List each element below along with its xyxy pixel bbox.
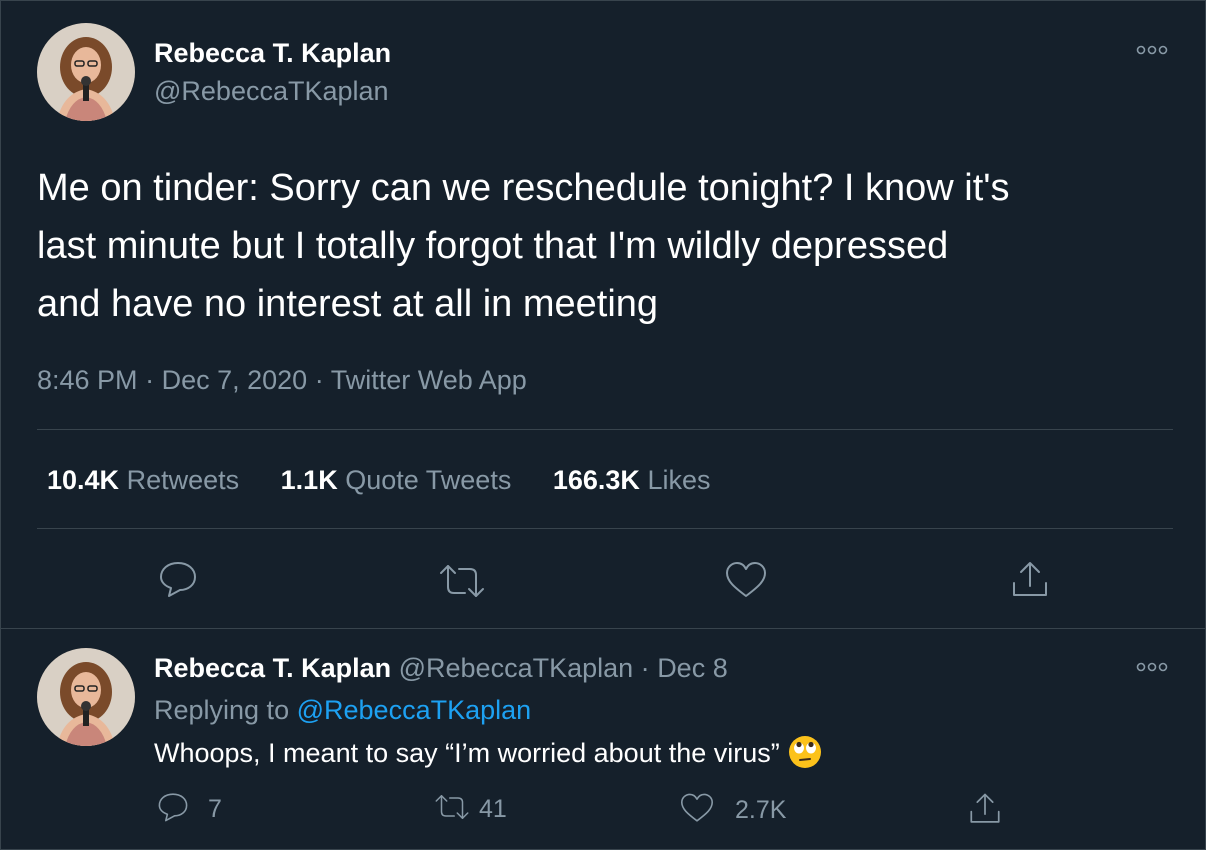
reply-more-options-button[interactable]	[1132, 657, 1172, 677]
likes-stat[interactable]: 166.3K Likes	[553, 465, 711, 495]
share-button[interactable]	[1009, 559, 1051, 606]
meta-separator: ·	[314, 365, 324, 395]
tweet-text-line: Me on tinder: Sorry can we reschedule to…	[37, 167, 1010, 209]
share-icon	[1013, 562, 1047, 596]
more-icon	[1136, 662, 1168, 672]
quotes-stat[interactable]: 1.1K Quote Tweets	[281, 465, 519, 495]
tweet-thread: Rebecca T. Kaplan @RebeccaTKaplan Me on …	[0, 0, 1206, 850]
reply-share-button[interactable]	[967, 791, 1003, 832]
retweet-icon	[435, 795, 469, 819]
heart-icon	[726, 562, 766, 597]
avatar-photo	[37, 648, 135, 746]
meta-separator: ·	[640, 653, 650, 683]
author-name[interactable]: Rebecca T. Kaplan	[154, 36, 391, 70]
author-handle[interactable]: @RebeccaTKaplan	[154, 74, 389, 108]
divider	[1, 628, 1205, 629]
retweet-count: 41	[479, 795, 507, 823]
likes-count: 166.3K	[552, 465, 640, 495]
reply-icon	[158, 793, 188, 822]
reply-reply-button[interactable]: 7	[156, 791, 222, 828]
retweets-count: 10.4K	[47, 465, 120, 495]
tweet-stats: 10.4K Retweets 1.1K Quote Tweets 166.3K …	[47, 463, 710, 497]
tweet-text-line: and have no interest at all in meeting	[37, 283, 659, 325]
reply-text: Whoops, I meant to say “I’m worried abou…	[154, 735, 822, 770]
meta-separator: ·	[145, 365, 155, 395]
likes-label: Likes	[647, 465, 711, 495]
like-button[interactable]	[724, 560, 768, 605]
quotes-label: Quote Tweets	[345, 465, 512, 495]
like-count: 2.7K	[735, 796, 787, 824]
retweet-icon	[440, 565, 484, 597]
reply-author-name[interactable]: Rebecca T. Kaplan	[154, 653, 391, 683]
avatar-photo	[37, 23, 135, 121]
replying-to: Replying to @RebeccaTKaplan	[154, 693, 531, 727]
tweet-source[interactable]: Twitter Web App	[331, 365, 527, 395]
author-avatar[interactable]	[37, 23, 135, 121]
reply-author-avatar[interactable]	[37, 648, 135, 746]
tweet-time[interactable]: 8:46 PM	[37, 365, 138, 395]
reply-date[interactable]: Dec 8	[657, 653, 728, 683]
quotes-count: 1.1K	[280, 465, 338, 495]
tweet-text-line: last minute but I totally forgot that I'…	[37, 225, 949, 267]
reply-like-button[interactable]: 2.7K	[679, 792, 786, 829]
reply-text-content: Whoops, I meant to say “I’m worried abou…	[154, 738, 780, 768]
rolling-eyes-emoji-icon	[789, 736, 822, 768]
heart-icon	[681, 793, 713, 822]
reply-button[interactable]	[157, 559, 199, 604]
share-icon	[970, 793, 1000, 823]
replying-handle-link[interactable]: @RebeccaTKaplan	[297, 695, 532, 725]
tweet-meta: 8:46 PM · Dec 7, 2020 · Twitter Web App	[37, 363, 527, 397]
tweet-text: Me on tinder: Sorry can we reschedule to…	[37, 159, 1197, 333]
reply-retweet-button[interactable]: 41	[433, 792, 507, 827]
retweets-label: Retweets	[126, 465, 240, 495]
reply-icon	[160, 562, 196, 597]
more-options-button[interactable]	[1132, 40, 1172, 60]
reply-author-handle[interactable]: @RebeccaTKaplan	[399, 653, 634, 683]
tweet-date[interactable]: Dec 7, 2020	[162, 365, 308, 395]
more-icon	[1136, 45, 1168, 55]
reply-header: Rebecca T. Kaplan @RebeccaTKaplan · Dec …	[154, 651, 728, 685]
replying-prefix: Replying to	[154, 695, 290, 725]
divider	[37, 528, 1173, 529]
divider	[37, 429, 1173, 430]
reply-count: 7	[208, 795, 222, 823]
retweet-button[interactable]	[437, 561, 487, 606]
retweets-stat[interactable]: 10.4K Retweets	[47, 465, 247, 495]
